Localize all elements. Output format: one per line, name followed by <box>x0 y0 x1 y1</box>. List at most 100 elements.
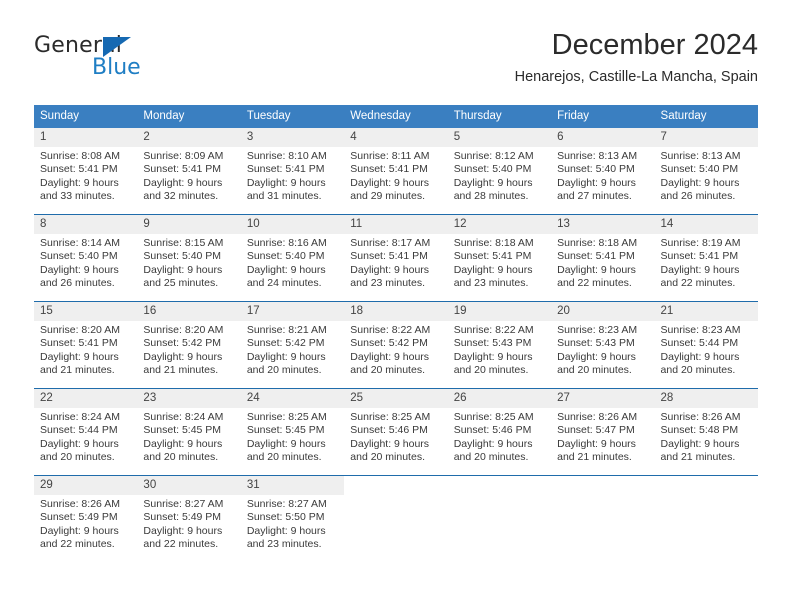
daylight-text-line1: Daylight: 9 hours <box>143 524 223 537</box>
sunset-text: Sunset: 5:41 PM <box>40 337 118 350</box>
daylight-text-line1: Daylight: 9 hours <box>660 437 740 450</box>
calendar-day-details: Sunrise: 8:27 AM Sunset: 5:50 PM Daylight:… <box>241 495 344 552</box>
daylight-text-line1: Daylight: 9 hours <box>660 263 740 276</box>
calendar-day-number: 16 <box>137 302 241 321</box>
calendar-day-cell[interactable]: 2 Sunrise: 8:09 AM Sunset: 5:41 PM Daylight… <box>137 128 241 215</box>
calendar-day-cell[interactable]: 15 Sunrise: 8:20 AM Sunset: 5:41 PM Dayligh… <box>34 301 138 389</box>
calendar-day-cell[interactable]: 8 Sunrise: 8:14 AM Sunset: 5:40 PM Daylight… <box>34 214 138 302</box>
calendar-day-details <box>448 495 551 498</box>
calendar-page: General Blue December 2024 Henarejos, Ca… <box>0 0 792 612</box>
calendar-day-number <box>448 476 551 495</box>
calendar-day-cell[interactable]: 26 Sunrise: 8:25 AM Sunset: 5:46 PM Dayligh… <box>447 388 552 476</box>
daylight-text-line2: and 20 minutes. <box>453 364 529 377</box>
daylight-text-line2: and 20 minutes. <box>40 451 115 464</box>
logo-text-blue: Blue <box>92 55 141 80</box>
calendar-day-cell[interactable]: 12 Sunrise: 8:18 AM Sunset: 5:41 PM Dayligh… <box>447 214 552 302</box>
sunset-text: Sunset: 5:40 PM <box>143 250 222 263</box>
daylight-text-line2: and 22 minutes. <box>143 538 219 551</box>
calendar-day-cell[interactable]: 25 Sunrise: 8:25 AM Sunset: 5:46 PM Dayligh… <box>344 388 448 476</box>
sunrise-text: Sunrise: 8:19 AM <box>660 237 741 249</box>
calendar-day-details: Sunrise: 8:25 AM Sunset: 5:46 PM Daylight:… <box>344 408 447 465</box>
calendar-day-cell[interactable]: 10 Sunrise: 8:16 AM Sunset: 5:40 PM Dayligh… <box>240 214 345 302</box>
calendar-day-cell[interactable]: 21 Sunrise: 8:23 AM Sunset: 5:44 PM Dayligh… <box>654 301 758 389</box>
calendar-day-cell[interactable]: 17 Sunrise: 8:21 AM Sunset: 5:42 PM Dayligh… <box>240 301 345 389</box>
calendar-day-number: 24 <box>240 389 345 408</box>
calendar-day-cell[interactable]: 9 Sunrise: 8:15 AM Sunset: 5:40 PM Daylight… <box>137 214 241 302</box>
calendar-day-cell[interactable]: 27 Sunrise: 8:26 AM Sunset: 5:47 PM Dayligh… <box>551 388 655 476</box>
calendar-day-cell[interactable]: 18 Sunrise: 8:22 AM Sunset: 5:42 PM Dayligh… <box>344 301 448 389</box>
calendar-day-details <box>551 495 654 498</box>
daylight-text-line2: and 21 minutes. <box>660 451 736 464</box>
calendar-day-number: 23 <box>137 389 241 408</box>
calendar-week-row: 22 Sunrise: 8:24 AM Sunset: 5:44 PM Dayligh… <box>34 388 758 476</box>
daylight-text-line1: Daylight: 9 hours <box>453 437 533 450</box>
calendar-day-number: 30 <box>137 476 241 495</box>
daylight-text-line1: Daylight: 9 hours <box>246 176 326 189</box>
sunset-text: Sunset: 5:43 PM <box>557 337 635 350</box>
calendar-day-number: 31 <box>240 476 345 495</box>
calendar-day-cell[interactable]: 1 Sunrise: 8:08 AM Sunset: 5:41 PM Daylight… <box>34 128 138 215</box>
calendar-day-cell[interactable]: 20 Sunrise: 8:23 AM Sunset: 5:43 PM Dayligh… <box>551 301 655 389</box>
daylight-text-line1: Daylight: 9 hours <box>350 176 430 189</box>
weekday-header-sunday: Sunday <box>34 105 138 128</box>
daylight-text-line2: and 23 minutes. <box>350 277 425 290</box>
calendar-week-row: 8 Sunrise: 8:14 AM Sunset: 5:40 PM Daylight… <box>34 214 758 302</box>
sunrise-text: Sunrise: 8:14 AM <box>40 237 120 249</box>
weekday-header-wednesday: Wednesday <box>344 105 448 128</box>
calendar-day-cell[interactable]: 28 Sunrise: 8:26 AM Sunset: 5:48 PM Dayligh… <box>654 388 758 476</box>
sunset-text: Sunset: 5:45 PM <box>246 424 325 437</box>
sunrise-text: Sunrise: 8:26 AM <box>660 411 741 423</box>
calendar-day-cell[interactable]: 22 Sunrise: 8:24 AM Sunset: 5:44 PM Dayligh… <box>34 388 138 476</box>
daylight-text-line2: and 28 minutes. <box>453 190 529 203</box>
sunset-text: Sunset: 5:40 PM <box>453 163 532 176</box>
calendar-day-cell[interactable]: 29 Sunrise: 8:26 AM Sunset: 5:49 PM Dayligh… <box>34 475 138 562</box>
sunrise-text: Sunrise: 8:24 AM <box>143 411 224 423</box>
calendar-day-number: 6 <box>551 128 655 147</box>
calendar-day-cell[interactable]: 4 Sunrise: 8:11 AM Sunset: 5:41 PM Daylight… <box>344 128 448 215</box>
generalblue-logo[interactable]: General Blue <box>34 33 214 81</box>
sunset-text: Sunset: 5:44 PM <box>40 424 118 437</box>
calendar-day-cell[interactable]: 5 Sunrise: 8:12 AM Sunset: 5:40 PM Daylight… <box>447 128 552 215</box>
calendar-day-details: Sunrise: 8:24 AM Sunset: 5:44 PM Daylight:… <box>34 408 137 465</box>
daylight-text-line2: and 20 minutes. <box>350 364 425 377</box>
weekday-header-saturday: Saturday <box>654 105 758 128</box>
daylight-text-line1: Daylight: 9 hours <box>557 176 636 189</box>
sunrise-text: Sunrise: 8:18 AM <box>453 237 534 249</box>
calendar-day-details: Sunrise: 8:20 AM Sunset: 5:42 PM Daylight:… <box>137 321 240 378</box>
calendar-day-details <box>655 495 758 498</box>
calendar-day-number: 13 <box>551 215 655 234</box>
daylight-text-line2: and 24 minutes. <box>246 277 322 290</box>
calendar-day-number <box>344 476 447 495</box>
calendar-day-number: 28 <box>654 389 758 408</box>
daylight-text-line1: Daylight: 9 hours <box>557 437 636 450</box>
calendar-day-cell[interactable]: 3 Sunrise: 8:10 AM Sunset: 5:41 PM Daylight… <box>240 128 345 215</box>
calendar-day-number: 11 <box>344 215 448 234</box>
calendar-day-cell-inner: 16 Sunrise: 8:20 AM Sunset: 5:42 PM Dayligh… <box>137 302 241 388</box>
daylight-text-line2: and 23 minutes. <box>453 277 529 290</box>
calendar-day-cell[interactable]: 24 Sunrise: 8:25 AM Sunset: 5:45 PM Dayligh… <box>240 388 345 476</box>
calendar-day-cell[interactable]: 13 Sunrise: 8:18 AM Sunset: 5:41 PM Dayligh… <box>551 214 655 302</box>
calendar-day-cell[interactable]: 11 Sunrise: 8:17 AM Sunset: 5:41 PM Dayligh… <box>344 214 448 302</box>
calendar-week-row: 29 Sunrise: 8:26 AM Sunset: 5:49 PM Dayligh… <box>34 475 758 562</box>
calendar-day-cell[interactable]: 23 Sunrise: 8:24 AM Sunset: 5:45 PM Dayligh… <box>137 388 241 476</box>
calendar-day-cell[interactable]: 7 Sunrise: 8:13 AM Sunset: 5:40 PM Daylight… <box>654 128 758 215</box>
sunset-text: Sunset: 5:47 PM <box>557 424 635 437</box>
calendar-day-cell[interactable]: 6 Sunrise: 8:13 AM Sunset: 5:40 PM Daylight… <box>551 128 655 215</box>
calendar-day-cell[interactable]: 14 Sunrise: 8:19 AM Sunset: 5:41 PM Dayligh… <box>654 214 758 302</box>
calendar-day-cell-inner: 14 Sunrise: 8:19 AM Sunset: 5:41 PM Dayligh… <box>654 215 758 301</box>
calendar-day-cell-empty <box>654 475 758 562</box>
calendar-day-cell[interactable]: 16 Sunrise: 8:20 AM Sunset: 5:42 PM Dayligh… <box>137 301 241 389</box>
calendar-day-cell[interactable]: 30 Sunrise: 8:27 AM Sunset: 5:49 PM Dayligh… <box>137 475 241 562</box>
calendar-day-cell-inner: 15 Sunrise: 8:20 AM Sunset: 5:41 PM Dayligh… <box>34 302 138 388</box>
calendar-day-cell-inner: 13 Sunrise: 8:18 AM Sunset: 5:41 PM Dayligh… <box>551 215 655 301</box>
calendar-day-number: 17 <box>240 302 345 321</box>
calendar-day-cell[interactable]: 19 Sunrise: 8:22 AM Sunset: 5:43 PM Dayligh… <box>447 301 552 389</box>
sunset-text: Sunset: 5:41 PM <box>557 250 635 263</box>
calendar-day-cell[interactable]: 31 Sunrise: 8:27 AM Sunset: 5:50 PM Dayligh… <box>240 475 345 562</box>
calendar-day-cell-inner: 31 Sunrise: 8:27 AM Sunset: 5:50 PM Dayligh… <box>240 476 345 562</box>
calendar-day-number: 25 <box>344 389 448 408</box>
calendar-day-details <box>344 495 447 498</box>
calendar-day-details: Sunrise: 8:13 AM Sunset: 5:40 PM Daylight:… <box>551 147 654 204</box>
daylight-text-line2: and 20 minutes. <box>246 364 322 377</box>
calendar-day-details: Sunrise: 8:26 AM Sunset: 5:47 PM Daylight:… <box>551 408 654 465</box>
